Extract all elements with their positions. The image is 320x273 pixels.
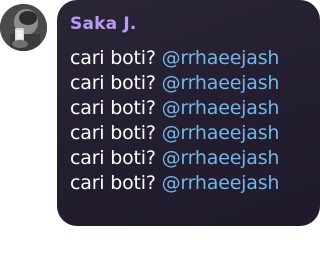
mention-link[interactable]: @rrhaeejash — [162, 122, 280, 144]
message-text: cari boti? — [70, 172, 162, 194]
message-text: cari boti? — [70, 97, 162, 119]
mention-link[interactable]: @rrhaeejash — [162, 147, 280, 169]
message-text: cari boti? — [70, 122, 162, 144]
message-line: cari boti? @rrhaeejash — [70, 96, 320, 121]
mention-link[interactable]: @rrhaeejash — [162, 47, 280, 69]
mention-link[interactable]: @rrhaeejash — [162, 172, 280, 194]
avatar[interactable] — [0, 4, 47, 51]
mention-link[interactable]: @rrhaeejash — [162, 97, 280, 119]
message-text: cari boti? — [70, 47, 162, 69]
message-line: cari boti? @rrhaeejash — [70, 171, 320, 196]
message-line: cari boti? @rrhaeejash — [70, 71, 320, 96]
user-photo-icon — [0, 4, 47, 51]
message-text: cari boti? — [70, 147, 162, 169]
mention-link[interactable]: @rrhaeejash — [162, 72, 280, 94]
message-line: cari boti? @rrhaeejash — [70, 46, 320, 71]
message-line: cari boti? @rrhaeejash — [70, 146, 320, 171]
message-line: cari boti? @rrhaeejash — [70, 121, 320, 146]
message-text: cari boti? — [70, 72, 162, 94]
message-bubble[interactable]: Saka J. cari boti? @rrhaeejash cari boti… — [57, 0, 320, 226]
chat-message: Saka J. cari boti? @rrhaeejash cari boti… — [0, 0, 320, 273]
sender-name[interactable]: Saka J. — [70, 12, 320, 36]
